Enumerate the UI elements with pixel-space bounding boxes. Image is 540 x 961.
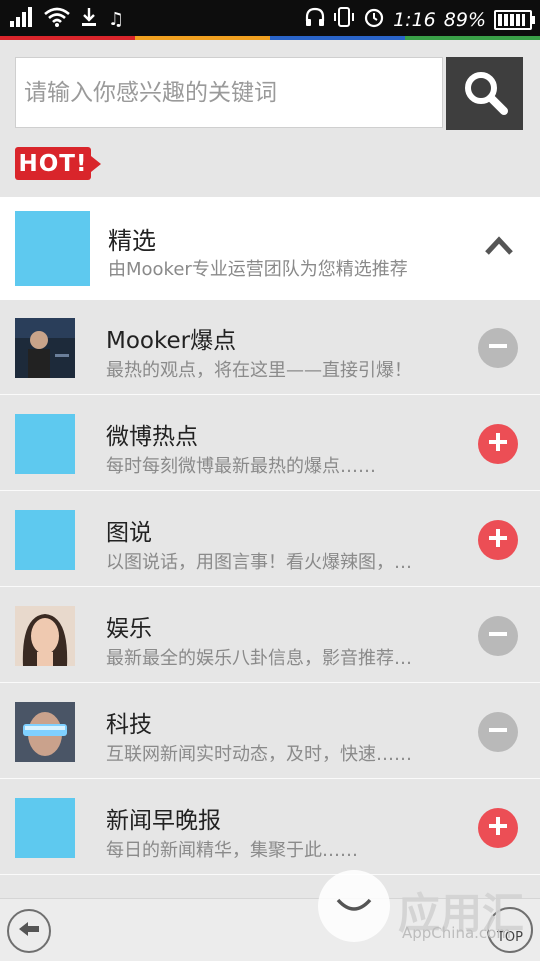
channel-thumbnail <box>15 798 75 858</box>
channel-description: 最新最全的娱乐八卦信息，影音推荐… <box>106 648 412 669</box>
signal-icon <box>10 7 34 33</box>
featured-thumbnail <box>15 211 90 286</box>
vibrate-icon <box>333 6 355 34</box>
channel-thumbnail <box>15 414 75 474</box>
channel-thumbnail <box>15 510 75 570</box>
featured-channel[interactable]: 精选 由Mooker专业运营团队为您精选推荐 <box>0 197 540 300</box>
battery-percent: 89% <box>443 9 486 31</box>
alarm-icon <box>363 6 385 34</box>
minus-icon <box>487 719 509 745</box>
unsubscribe-button[interactable] <box>478 328 518 368</box>
unsubscribe-button[interactable] <box>478 616 518 656</box>
channel-title: 科技 <box>106 712 152 738</box>
list-item[interactable]: 微博热点每时每刻微博最新最热的爆点…… <box>0 396 540 491</box>
list-item[interactable]: 科技互联网新闻实时动态，及时，快速…… <box>0 684 540 779</box>
back-button[interactable] <box>7 909 51 953</box>
channel-title: Mooker爆点 <box>106 328 237 354</box>
channel-thumbnail <box>15 318 75 378</box>
smiley-icon <box>318 870 390 942</box>
back-arrow-icon <box>17 919 41 943</box>
clock-time: 1:16 <box>393 9 436 31</box>
channel-description: 最热的观点，将在这里——直接引爆！ <box>106 360 412 381</box>
channel-description: 以图说话，用图言事！看火爆辣图，… <box>106 552 412 573</box>
watermark-site: AppChina.com <box>402 924 511 942</box>
headphones-icon <box>305 7 325 33</box>
subscribe-button[interactable] <box>478 520 518 560</box>
unsubscribe-button[interactable] <box>478 712 518 752</box>
plus-icon <box>487 815 509 841</box>
subscribe-button[interactable] <box>478 808 518 848</box>
hot-badge: HOT! <box>15 147 101 180</box>
channel-description: 每日的新闻精华，集聚于此…… <box>106 840 358 861</box>
featured-description: 由Mooker专业运营团队为您精选推荐 <box>108 259 408 280</box>
plus-icon <box>487 431 509 457</box>
list-item[interactable]: 新闻早晚报每日的新闻精华，集聚于此…… <box>0 780 540 875</box>
featured-title: 精选 <box>108 227 156 255</box>
wifi-icon <box>44 7 70 33</box>
status-bar: ♫ 1:16 89% <box>0 0 540 36</box>
search-button[interactable] <box>446 57 523 130</box>
channel-description: 每时每刻微博最新最热的爆点…… <box>106 456 376 477</box>
search-input[interactable] <box>15 57 443 128</box>
download-icon <box>80 7 98 33</box>
channel-title: 娱乐 <box>106 616 152 642</box>
channel-title: 微博热点 <box>106 424 198 450</box>
list-item[interactable]: 娱乐最新最全的娱乐八卦信息，影音推荐… <box>0 588 540 683</box>
plus-icon <box>487 527 509 553</box>
subscribe-button[interactable] <box>478 424 518 464</box>
battery-icon <box>494 10 535 30</box>
music-icon: ♫ <box>108 9 125 30</box>
chevron-up-icon[interactable] <box>483 233 515 257</box>
channel-title: 图说 <box>106 520 152 546</box>
list-item[interactable]: Mooker爆点最热的观点，将在这里——直接引爆！ <box>0 300 540 395</box>
list-item[interactable]: 图说以图说话，用图言事！看火爆辣图，… <box>0 492 540 587</box>
channel-thumbnail <box>15 606 75 666</box>
channel-description: 互联网新闻实时动态，及时，快速…… <box>106 744 412 765</box>
color-strip <box>0 36 540 40</box>
channel-title: 新闻早晚报 <box>106 808 221 834</box>
search-bar <box>15 57 523 130</box>
channel-thumbnail <box>15 702 75 762</box>
minus-icon <box>487 623 509 649</box>
minus-icon <box>487 335 509 361</box>
search-icon <box>461 68 509 120</box>
